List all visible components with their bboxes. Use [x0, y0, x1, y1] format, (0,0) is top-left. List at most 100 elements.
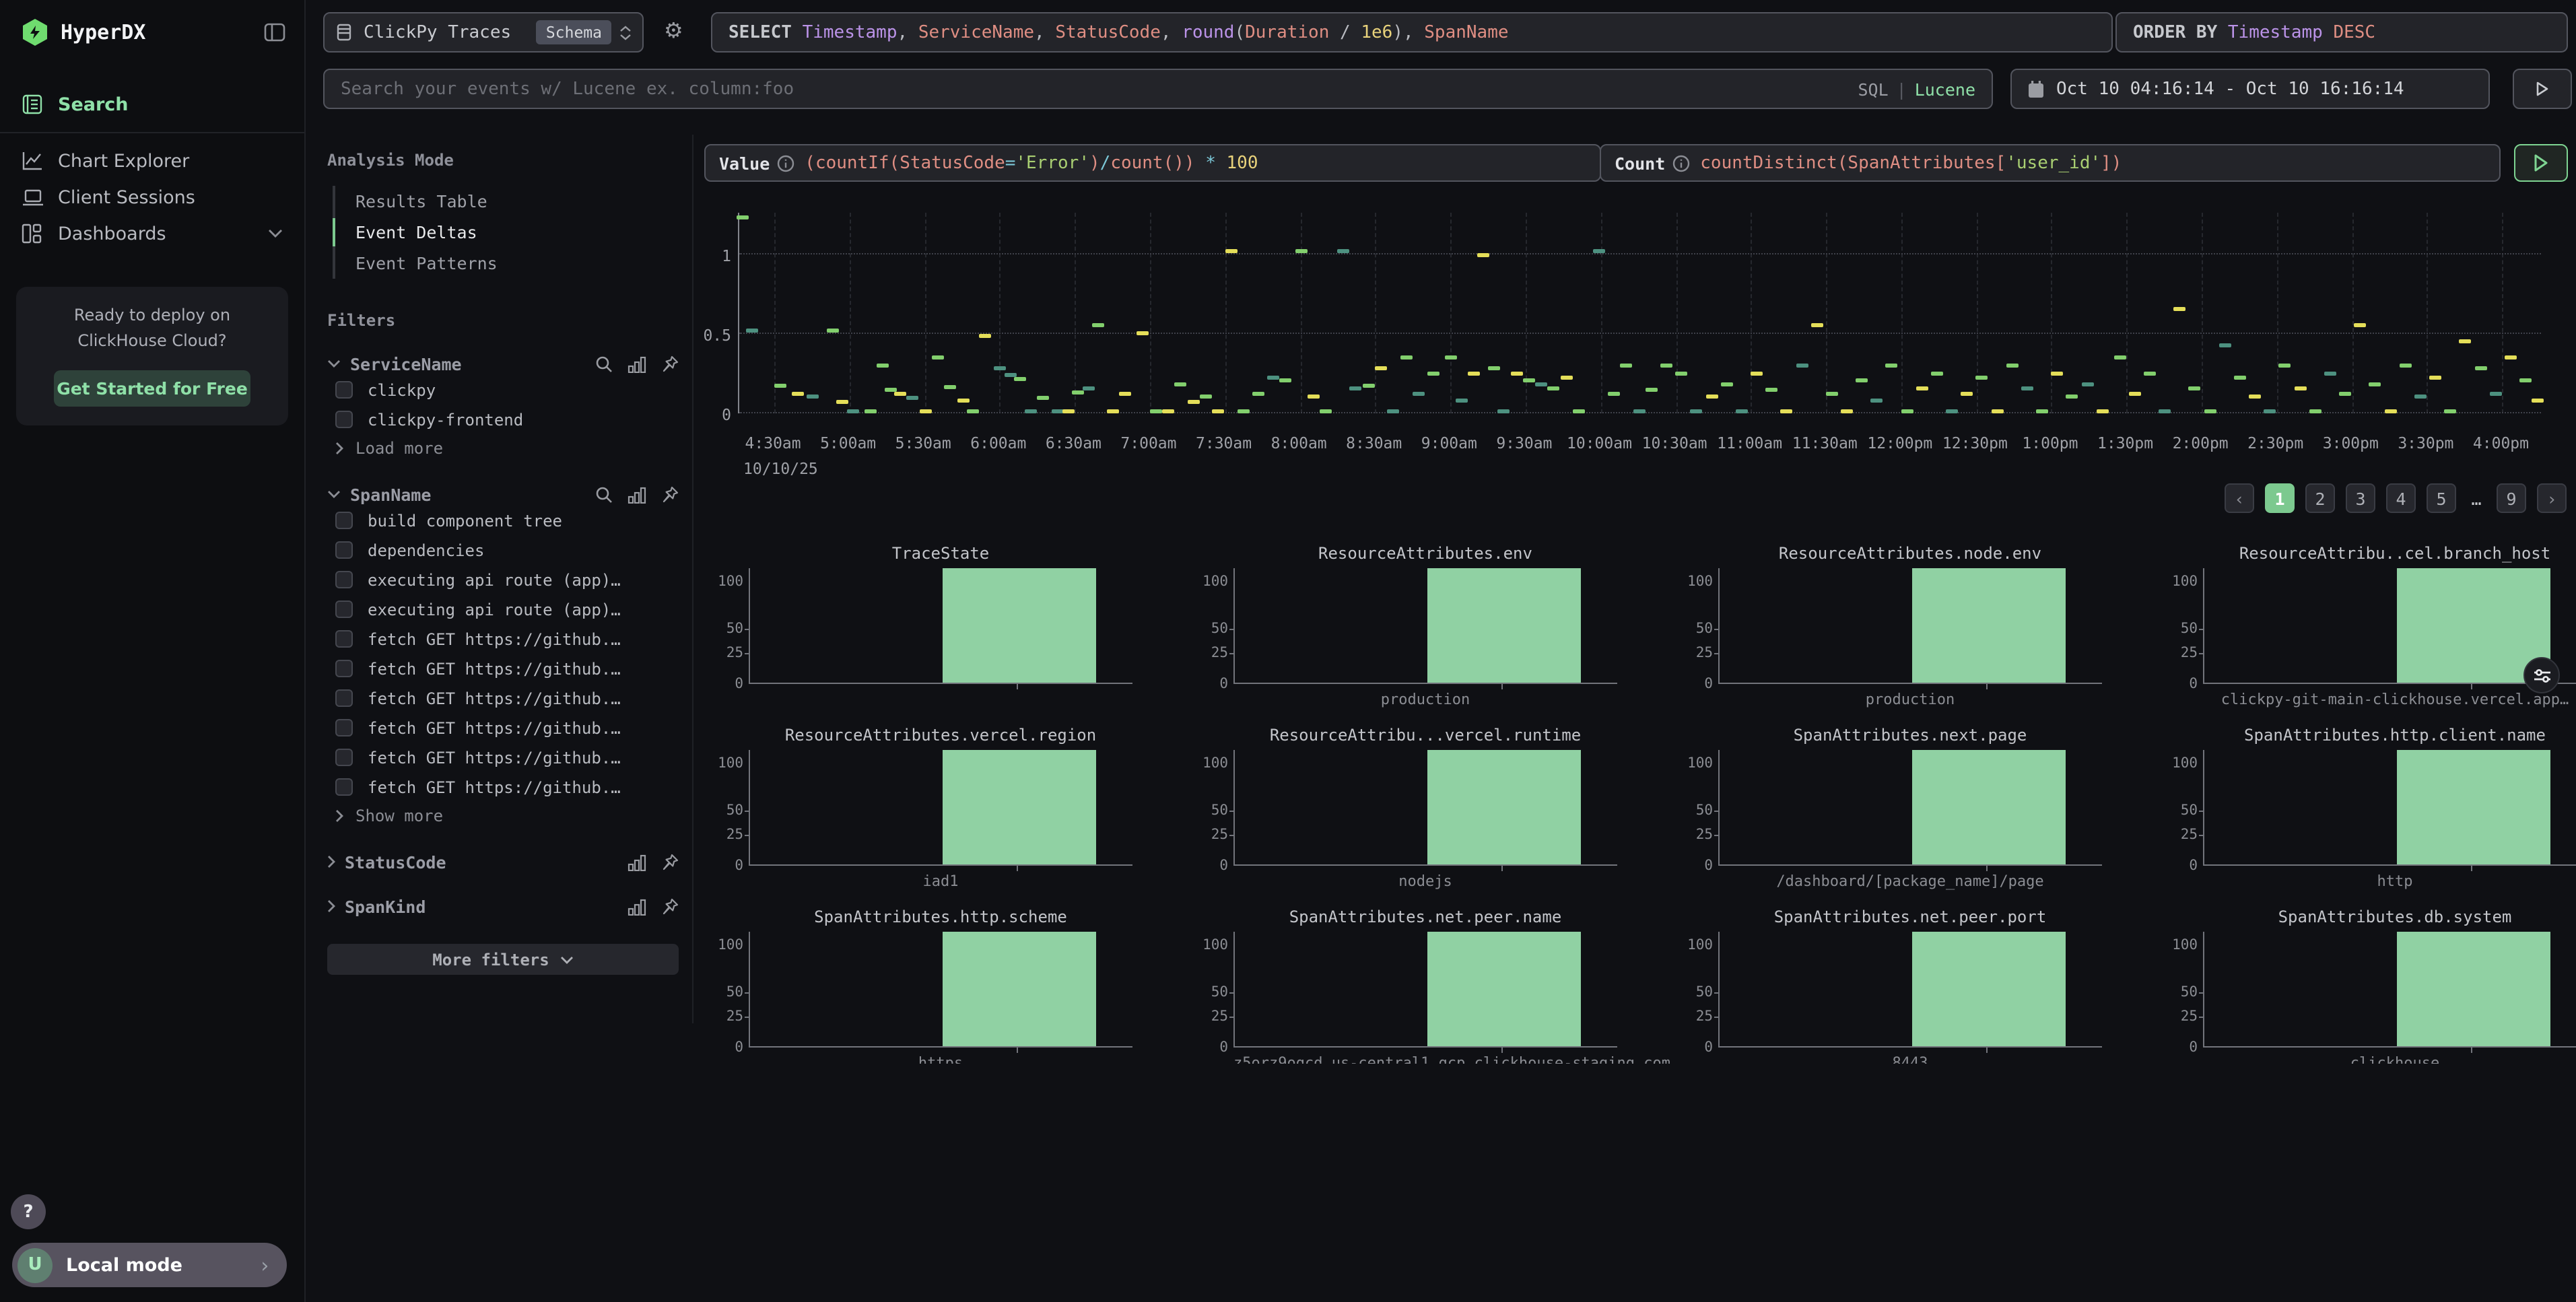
event-delta-point[interactable] [2444, 409, 2456, 413]
event-delta-point[interactable] [980, 335, 992, 339]
filter-option[interactable]: fetch GET https://github.… [327, 625, 679, 653]
filter-group-header[interactable]: SpanKind [327, 895, 679, 917]
event-delta-point[interactable] [894, 392, 906, 396]
pagination-page-9[interactable]: 9 [2497, 483, 2526, 513]
event-delta-point[interactable] [2264, 409, 2276, 413]
event-delta-point[interactable] [792, 392, 804, 396]
event-delta-point[interactable] [1350, 387, 1362, 391]
bar-chart-icon[interactable] [628, 897, 646, 915]
event-delta-point[interactable] [2399, 363, 2411, 367]
pagination-page-5[interactable]: 5 [2427, 483, 2456, 513]
event-delta-point[interactable] [2354, 323, 2366, 327]
event-delta-point[interactable] [1320, 409, 1332, 413]
attribute-chart-SpanAttributes.net.peer.name[interactable]: SpanAttributes.net.peer.name10050250z5or… [1198, 891, 1683, 1064]
event-delta-point[interactable] [2174, 308, 2186, 312]
event-delta-point[interactable] [1400, 355, 1412, 359]
event-delta-point[interactable] [2021, 387, 2033, 391]
event-delta-point[interactable] [994, 366, 1007, 370]
event-delta-point[interactable] [1252, 392, 1264, 396]
event-delta-point[interactable] [1573, 409, 1585, 413]
event-delta-point[interactable] [846, 409, 858, 413]
event-delta-point[interactable] [1413, 392, 1425, 396]
pin-icon[interactable] [661, 897, 679, 915]
event-delta-point[interactable] [1162, 409, 1174, 413]
event-delta-point[interactable] [1991, 409, 2003, 413]
event-delta-point[interactable] [2051, 371, 2063, 375]
event-delta-point[interactable] [1961, 392, 1973, 396]
event-delta-point[interactable] [2066, 395, 2078, 399]
checkbox[interactable] [335, 571, 353, 588]
event-delta-point[interactable] [2036, 409, 2048, 413]
gear-icon[interactable]: ⚙ [664, 18, 683, 43]
event-delta-point[interactable] [1427, 371, 1439, 375]
pagination-page-3[interactable]: 3 [2346, 483, 2375, 513]
source-select[interactable]: ClickPy Traces Schema [323, 12, 644, 53]
analysis-mode-event-deltas[interactable]: Event Deltas [335, 217, 679, 248]
event-delta-point[interactable] [1548, 387, 1560, 391]
mini-chart-bar[interactable] [1427, 932, 1581, 1046]
event-delta-point[interactable] [1871, 398, 1883, 402]
event-delta-point[interactable] [1931, 371, 1943, 375]
event-delta-point[interactable] [1005, 372, 1017, 376]
event-delta-point[interactable] [1455, 398, 1467, 402]
mini-chart-bar[interactable] [1427, 568, 1581, 683]
event-delta-point[interactable] [747, 328, 759, 332]
pagination-next-button[interactable]: › [2537, 483, 2567, 513]
help-button[interactable]: ? [11, 1194, 46, 1229]
filter-group-header[interactable]: SpanName [327, 483, 679, 505]
bar-chart-icon[interactable] [628, 355, 646, 372]
filter-more-toggle[interactable]: Load more [327, 436, 679, 460]
event-delta-point[interactable] [807, 395, 819, 399]
attribute-chart-SpanAttributes.next.page[interactable]: SpanAttributes.next.page10050250/dashboa… [1683, 710, 2168, 891]
pin-icon[interactable] [661, 485, 679, 503]
event-delta-point[interactable] [2532, 398, 2544, 402]
checkbox[interactable] [335, 601, 353, 618]
event-delta-point[interactable] [2294, 387, 2306, 391]
attribute-chart-ResourceAttribu...vercel.runtime[interactable]: ResourceAttribu...vercel.runtime10050250… [1198, 710, 1683, 891]
event-delta-point[interactable] [2339, 392, 2351, 396]
attribute-chart-TraceState[interactable]: TraceState10050250 [714, 528, 1198, 710]
event-delta-point[interactable] [827, 328, 839, 332]
event-delta-point[interactable] [1593, 248, 1605, 252]
search-input[interactable]: Search your events w/ Lucene ex. column:… [323, 69, 1993, 109]
pagination-page-4[interactable]: 4 [2386, 483, 2416, 513]
event-delta-point[interactable] [1765, 388, 1777, 392]
event-delta-point[interactable] [1149, 409, 1161, 413]
event-delta-point[interactable] [1072, 390, 1084, 394]
event-delta-point[interactable] [1810, 323, 1823, 327]
filter-option[interactable]: fetch GET https://github.… [327, 654, 679, 683]
event-delta-point[interactable] [1826, 392, 1838, 396]
local-mode-button[interactable]: U Local mode › [12, 1243, 287, 1287]
event-delta-point[interactable] [1660, 363, 1672, 367]
search-icon[interactable] [595, 485, 613, 503]
event-delta-point[interactable] [1497, 409, 1510, 413]
date-range-picker[interactable]: Oct 10 04:16:14 - Oct 10 16:16:14 [2010, 69, 2490, 109]
event-delta-point[interactable] [2129, 392, 2141, 396]
filter-option[interactable]: fetch GET https://github.… [327, 714, 679, 742]
checkbox[interactable] [335, 778, 353, 796]
count-expression-input[interactable]: Count countDistinct(SpanAttributes['user… [1600, 144, 2501, 182]
attribute-chart-SpanAttributes.net.peer.port[interactable]: SpanAttributes.net.peer.port100502508443 [1683, 891, 2168, 1064]
event-delta-point[interactable] [737, 215, 749, 219]
checkbox[interactable] [335, 512, 353, 529]
event-delta-point[interactable] [1388, 409, 1400, 413]
attribute-chart-SpanAttributes.http.client.name[interactable]: SpanAttributes.http.client.name10050250h… [2168, 710, 2576, 891]
event-delta-point[interactable] [1691, 409, 1703, 413]
analysis-mode-results-table[interactable]: Results Table [335, 186, 679, 217]
event-delta-point[interactable] [1478, 253, 1490, 257]
event-delta-point[interactable] [1092, 323, 1104, 327]
filter-group-header[interactable]: StatusCode [327, 851, 679, 872]
pin-icon[interactable] [661, 355, 679, 372]
mini-chart-bar[interactable] [943, 568, 1096, 683]
search-icon[interactable] [595, 355, 613, 372]
event-delta-point[interactable] [2324, 371, 2336, 375]
checkbox[interactable] [335, 719, 353, 736]
event-delta-point[interactable] [907, 397, 919, 401]
event-delta-point[interactable] [2234, 376, 2246, 380]
event-delta-point[interactable] [1621, 363, 1633, 367]
mini-chart-bar[interactable] [1912, 750, 2066, 864]
sidebar-item-client-sessions[interactable]: Client Sessions [22, 179, 283, 215]
event-delta-point[interactable] [1308, 395, 1320, 399]
filter-option[interactable]: build component tree [327, 506, 679, 535]
checkbox[interactable] [335, 689, 353, 707]
